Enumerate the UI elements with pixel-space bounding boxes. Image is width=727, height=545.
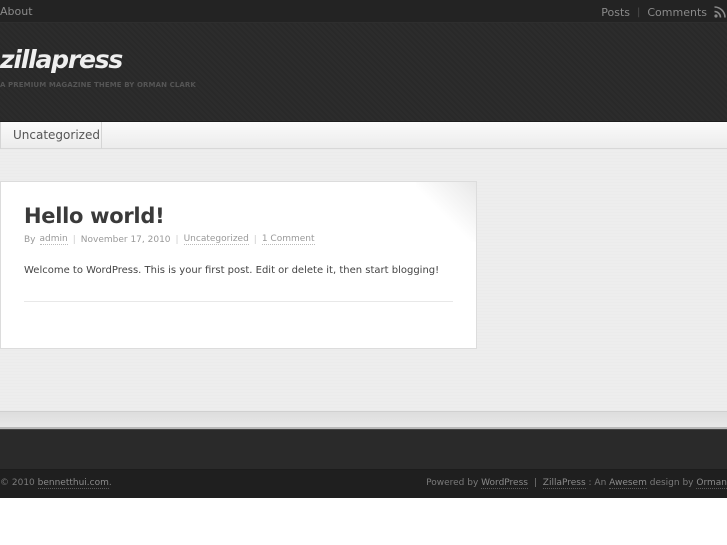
post-body: Welcome to WordPress. This is your first… — [24, 265, 440, 276]
powered-by-label: Powered by — [426, 478, 479, 488]
footer-widget-area — [0, 429, 727, 470]
main-navigation: Uncategorized — [0, 122, 727, 149]
copyright-suffix: . — [108, 478, 112, 488]
rss-icon[interactable] — [713, 5, 727, 19]
meta-author-link[interactable]: admin — [39, 234, 68, 245]
posts-feed-link[interactable]: Posts — [601, 6, 630, 19]
comments-feed-link[interactable]: Comments — [647, 6, 707, 19]
content-area: Hello world! By admin | November 17, 201… — [0, 149, 727, 411]
meta-separator: | — [175, 234, 179, 245]
content-bottom-band — [0, 411, 727, 429]
footer-copyright: © 2010 bennetthui.com. — [0, 478, 112, 489]
designer-link[interactable]: Orman — [696, 478, 727, 489]
post-title[interactable]: Hello world! — [24, 204, 165, 228]
site-logo[interactable]: zillapress — [0, 45, 123, 74]
meta-date: November 17, 2010 — [80, 234, 171, 245]
design-text: : An — [588, 478, 607, 488]
site-header: zillapress A PREMIUM MAGAZINE THEME BY O… — [0, 23, 727, 122]
design-by-label: design by — [649, 478, 694, 488]
post-card: Hello world! By admin | November 17, 201… — [0, 181, 477, 349]
footer-credits: Powered by WordPress | ZillaPress : An A… — [426, 478, 727, 489]
meta-by-label: By — [24, 234, 36, 245]
theme-link[interactable]: ZillaPress — [542, 478, 586, 489]
footer-site-link[interactable]: bennetthui.com — [37, 478, 109, 489]
awesem-link[interactable]: Awesem — [609, 478, 647, 489]
site-tagline: A PREMIUM MAGAZINE THEME BY ORMAN CLARK — [0, 81, 196, 89]
meta-separator: | — [253, 234, 257, 245]
meta-comments-link[interactable]: 1 Comment — [261, 234, 315, 245]
meta-separator: | — [72, 234, 76, 245]
page-curl-decoration — [416, 182, 476, 242]
about-link[interactable]: About — [0, 5, 33, 18]
wordpress-link[interactable]: WordPress — [481, 478, 528, 489]
top-bar: About Posts | Comments — [0, 0, 727, 23]
site-footer: © 2010 bennetthui.com. Powered by WordPr… — [0, 470, 727, 498]
post-divider — [24, 301, 453, 302]
post-meta: By admin | November 17, 2010 | Uncategor… — [24, 234, 315, 245]
top-bar-separator: | — [637, 6, 641, 18]
top-bar-right: Posts | Comments — [601, 5, 727, 19]
meta-category-link[interactable]: Uncategorized — [183, 234, 249, 245]
copyright-prefix: © 2010 — [0, 478, 35, 488]
footer-separator: | — [533, 478, 537, 488]
nav-item-uncategorized[interactable]: Uncategorized — [0, 122, 102, 149]
